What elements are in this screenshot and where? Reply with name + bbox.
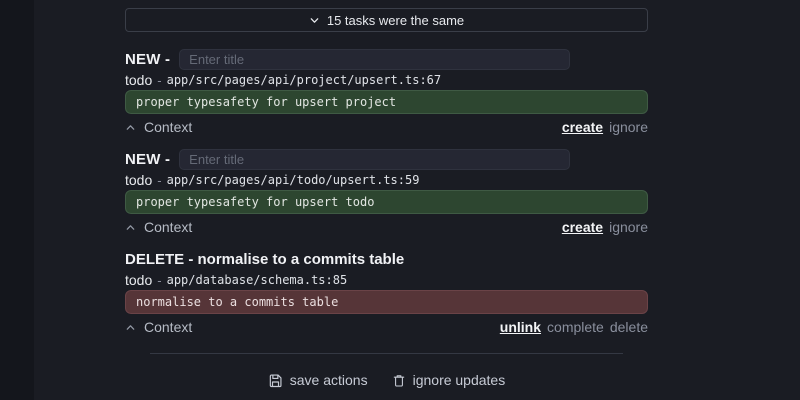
chevron-up-icon	[126, 224, 135, 230]
title-input[interactable]	[179, 48, 571, 70]
context-toggle[interactable]: Context	[125, 319, 192, 335]
task-type-label: todo	[125, 72, 153, 88]
task-section-delete: DELETE - normalise to a commits table to…	[125, 248, 648, 335]
action-link-ignore[interactable]: ignore	[609, 219, 648, 235]
task-actions: unlink complete delete	[500, 319, 648, 335]
todo-snippet-text: proper typesafety for upsert project	[136, 95, 397, 109]
context-label: Context	[144, 119, 193, 135]
footer-divider	[150, 353, 623, 354]
todo-snippet-box: normalise to a commits table	[125, 290, 648, 314]
ignore-updates-button[interactable]: ignore updates	[392, 372, 506, 388]
task-type-label: todo	[125, 272, 153, 288]
task-type-label: todo	[125, 172, 153, 188]
task-section-new-project: NEW - todo - app/src/pages/api/project/u…	[125, 48, 648, 135]
action-link-create[interactable]: create	[562, 119, 603, 135]
chevron-down-icon	[310, 17, 319, 23]
task-meta-row: todo - app/src/pages/api/project/upsert.…	[125, 72, 648, 88]
action-link-create[interactable]: create	[562, 219, 603, 235]
chevron-up-icon	[126, 124, 135, 130]
file-path: app/src/pages/api/project/upsert.ts:67	[166, 73, 442, 87]
action-link-unlink[interactable]: unlink	[500, 319, 541, 335]
action-link-delete[interactable]: delete	[610, 319, 648, 335]
context-label: Context	[144, 319, 193, 335]
floppy-disk-icon	[269, 373, 282, 387]
task-review-panel: 15 tasks were the same NEW - todo - app/…	[125, 0, 648, 388]
file-path: app/src/pages/api/todo/upsert.ts:59	[166, 173, 420, 187]
task-actions: create ignore	[562, 219, 648, 235]
todo-snippet-text: normalise to a commits table	[136, 295, 339, 309]
ignore-updates-label: ignore updates	[412, 372, 506, 388]
task-meta-row: todo - app/database/schema.ts:85	[125, 272, 648, 288]
task-title: DELETE - normalise to a commits table	[125, 250, 405, 268]
meta-separator: -	[157, 72, 162, 88]
save-actions-label: save actions	[289, 372, 368, 388]
context-label: Context	[144, 219, 193, 235]
task-actions: create ignore	[562, 119, 648, 135]
title-input[interactable]	[179, 148, 571, 170]
footer-actions-bar: save actions ignore updates	[125, 372, 648, 388]
todo-snippet-text: proper typesafety for upsert todo	[136, 195, 375, 209]
action-link-complete[interactable]: complete	[547, 319, 604, 335]
trash-icon	[393, 374, 404, 387]
task-kind-label: NEW -	[125, 50, 171, 68]
task-section-new-todo: NEW - todo - app/src/pages/api/todo/upse…	[125, 148, 648, 235]
save-actions-button[interactable]: save actions	[268, 372, 368, 388]
task-kind-label: NEW -	[125, 150, 171, 168]
task-meta-row: todo - app/src/pages/api/todo/upsert.ts:…	[125, 172, 648, 188]
task-title-row: NEW -	[125, 148, 648, 170]
meta-separator: -	[157, 272, 162, 288]
action-link-ignore[interactable]: ignore	[609, 119, 648, 135]
context-toggle[interactable]: Context	[125, 219, 192, 235]
task-footer-row: Context create ignore	[125, 219, 648, 235]
todo-snippet-box: proper typesafety for upsert project	[125, 90, 648, 114]
collapse-bar-label: 15 tasks were the same	[326, 12, 465, 28]
task-footer-row: Context unlink complete delete	[125, 319, 648, 335]
file-path: app/database/schema.ts:85	[166, 273, 348, 287]
context-toggle[interactable]: Context	[125, 119, 192, 135]
task-title-row: NEW -	[125, 48, 648, 70]
same-tasks-collapse-bar[interactable]: 15 tasks were the same	[125, 8, 648, 32]
meta-separator: -	[157, 172, 162, 188]
left-edge-shade	[0, 0, 34, 400]
task-footer-row: Context create ignore	[125, 119, 648, 135]
todo-snippet-box: proper typesafety for upsert todo	[125, 190, 648, 214]
chevron-up-icon	[126, 324, 135, 330]
task-title-row: DELETE - normalise to a commits table	[125, 248, 648, 270]
